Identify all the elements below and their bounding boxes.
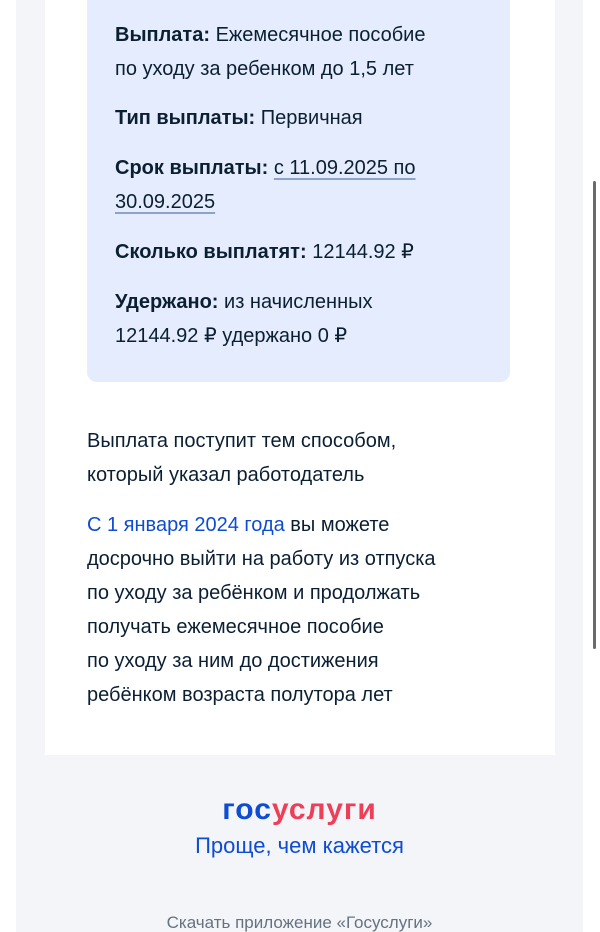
scrollbar[interactable]	[593, 181, 596, 649]
withheld-label: Удержано:	[115, 291, 219, 313]
logo-part-uslugi: услуги	[271, 793, 377, 826]
payment-type-row: Тип выплаты: Первичная	[115, 101, 485, 135]
payment-value-cont: по уходу за ребенком до 1,5 лет	[115, 58, 414, 80]
page: Выплата: Ежемесячное пособие по уходу за…	[0, 0, 600, 932]
download-app-link[interactable]: Скачать приложение «Госуслуги»	[16, 913, 583, 932]
payment-type-label: Тип выплаты:	[115, 107, 256, 129]
payment-amount-value: 12144.92 ₽	[312, 241, 414, 263]
payment-details-card: Выплата: Ежемесячное пособие по уходу за…	[87, 0, 510, 382]
payment-amount-label: Сколько выплатят:	[115, 241, 307, 263]
early-return-line1: вы можете	[284, 514, 390, 536]
payment-term-label: Срок выплаты:	[115, 157, 269, 179]
early-return-line5: по уходу за ним до достижения	[87, 650, 379, 672]
payment-method-line1: Выплата поступит тем способом,	[87, 430, 397, 452]
payment-label: Выплата:	[115, 24, 211, 46]
gosuslugi-logo[interactable]: госуслуги	[16, 793, 583, 827]
early-return-note: С 1 января 2024 года вы можете досрочно …	[87, 508, 507, 712]
footer: госуслуги Проще, чем кажется Скачать при…	[16, 755, 583, 932]
early-return-line2: досрочно выйти на работу из отпуска	[87, 548, 436, 570]
early-return-line6: ребёнком возраста полутора лет	[87, 684, 393, 706]
payment-method-line2: который указал работодатель	[87, 464, 365, 486]
payment-term-value-cont: 30.09.2025	[115, 191, 216, 213]
logo-part-gos: гос	[222, 793, 272, 826]
withheld-value-cont: 12144.92 ₽ удержано 0 ₽	[115, 325, 348, 347]
main-content: Выплата: Ежемесячное пособие по уходу за…	[45, 0, 555, 755]
payment-term-value: с 11.09.2025 по	[273, 157, 416, 179]
withheld-value: из начисленных	[224, 291, 373, 313]
payment-value: Ежемесячное пособие	[215, 24, 426, 46]
slogan: Проще, чем кажется	[195, 833, 404, 858]
early-return-line4: получать ежемесячное пособие	[87, 616, 384, 638]
payment-method-note: Выплата поступит тем способом, который у…	[87, 424, 507, 492]
payment-term-row: Срок выплаты: с 11.09.2025 по 30.09.2025	[115, 151, 485, 219]
early-return-link[interactable]: С 1 января 2024 года	[87, 514, 285, 536]
payment-row: Выплата: Ежемесячное пособие по уходу за…	[115, 18, 485, 86]
early-return-line3: по уходу за ребёнком и продолжать	[87, 582, 421, 604]
payment-type-value: Первичная	[260, 107, 363, 129]
withheld-row: Удержано: из начисленных 12144.92 ₽ удер…	[115, 285, 485, 353]
payment-amount-row: Сколько выплатят: 12144.92 ₽	[115, 235, 485, 269]
